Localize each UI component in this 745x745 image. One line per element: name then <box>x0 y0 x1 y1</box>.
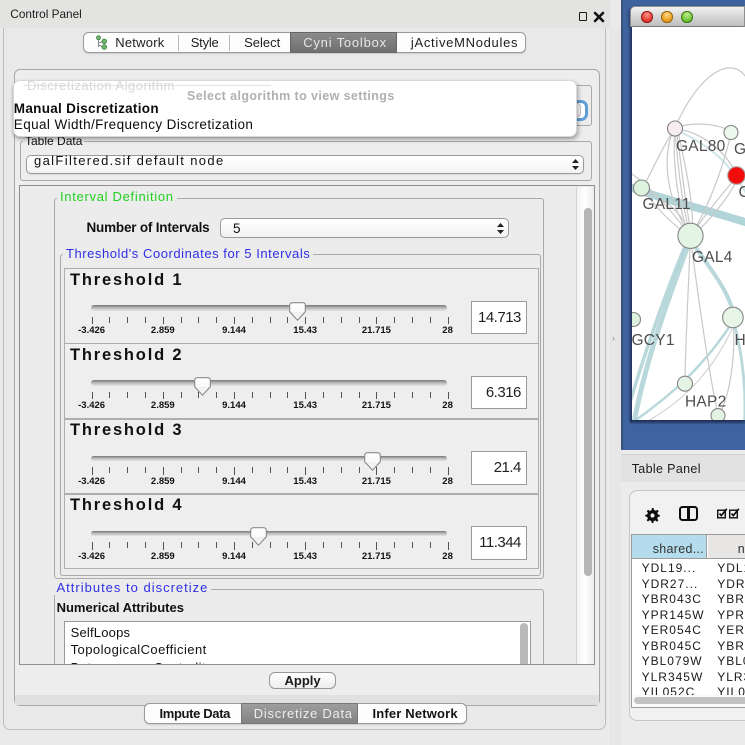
svg-text:C: C <box>739 184 745 201</box>
svg-text:GCY1: GCY1 <box>632 332 675 349</box>
svg-text:GAL4: GAL4 <box>692 249 733 266</box>
svg-text:GAL80: GAL80 <box>676 138 725 155</box>
svg-text:HAP2: HAP2 <box>685 393 726 410</box>
svg-text:GA: GA <box>734 141 745 158</box>
svg-text:H: H <box>735 332 745 349</box>
svg-text:GAL11: GAL11 <box>643 196 691 213</box>
